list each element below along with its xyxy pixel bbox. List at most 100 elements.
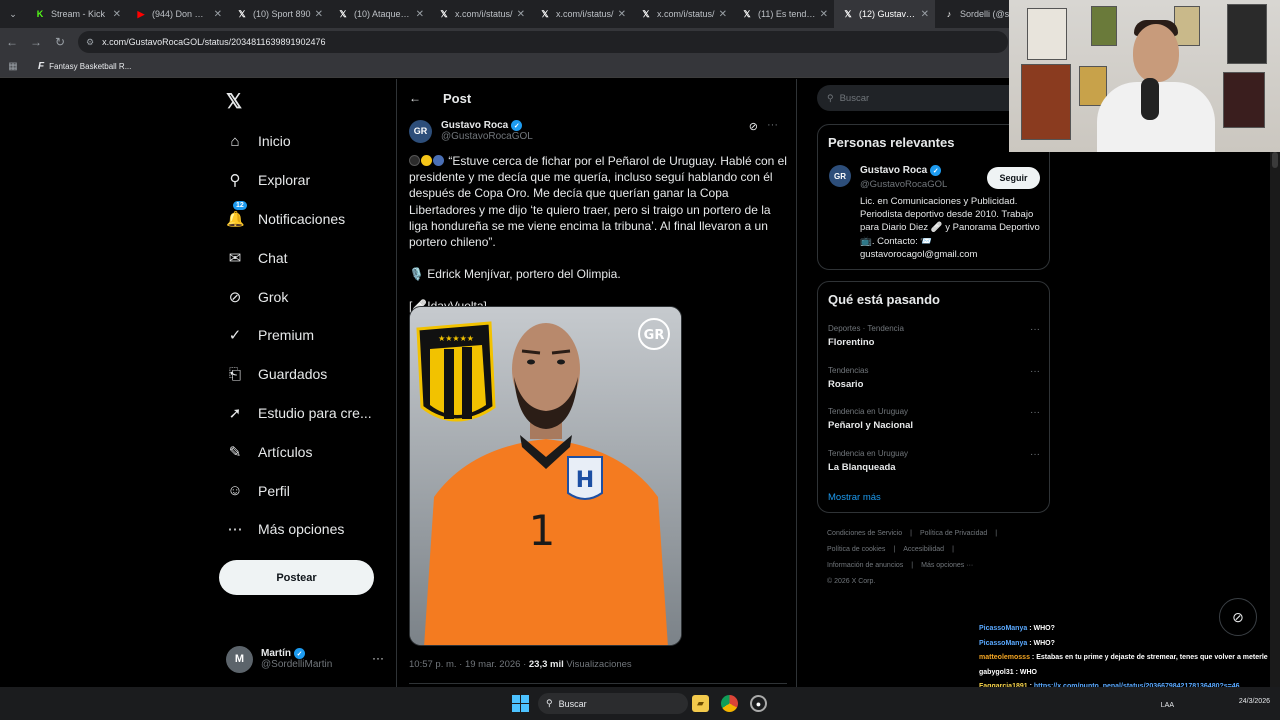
author-avatar[interactable]: GR [409, 119, 432, 143]
browser-tab[interactable]: K Stream - Kick ✕ [26, 0, 127, 28]
footer-link[interactable]: Condiciones de Servicio [827, 530, 902, 537]
post-image[interactable]: ★★★★★ GR H 1 [409, 306, 682, 646]
trend-item[interactable]: Tendencias Rosario ··· [828, 366, 1040, 396]
taskbar: ⚲ Buscar ▰ ● LAA 24/3/2026 [0, 687, 1280, 720]
close-icon[interactable]: ✕ [820, 9, 828, 20]
microphone [1141, 78, 1159, 120]
chat-message: gabygol31 : WHO [979, 666, 1270, 681]
footer-link[interactable]: Información de anuncios [827, 562, 903, 569]
relevant-name[interactable]: Gustavo Roca [860, 165, 927, 176]
chrome-icon[interactable] [721, 695, 738, 712]
post-button[interactable]: Postear [219, 560, 374, 595]
footer-separator: | [910, 530, 912, 537]
show-more-link[interactable]: Mostrar más [828, 492, 881, 503]
account-switcher[interactable]: M Martín ✓ @SordelliMartin ··· [226, 644, 386, 674]
relevant-handle[interactable]: @GustavoRocaGOL [860, 179, 947, 190]
taskbar-search[interactable]: ⚲ Buscar [538, 693, 688, 714]
poster-4 [1227, 4, 1267, 64]
more-icon[interactable]: ··· [1030, 324, 1040, 335]
site-info-icon[interactable]: ⚙ [86, 37, 94, 48]
close-icon[interactable]: ✕ [214, 9, 222, 20]
windows-start-icon[interactable] [512, 695, 529, 712]
yellow-circle-icon [421, 155, 432, 166]
more-icon[interactable]: ··· [1030, 366, 1040, 377]
close-icon[interactable]: ✕ [719, 9, 727, 20]
home-icon: ⌂ [230, 132, 240, 150]
nav-item-perfil[interactable]: ☺ Perfil [222, 471, 402, 510]
language-indicator[interactable]: LAA [1161, 701, 1174, 711]
browser-tab[interactable]: 𝕏 (10) Ataque Fu ✕ [329, 0, 430, 28]
scrollbar-thumb[interactable] [1272, 152, 1278, 168]
nav-item-premium[interactable]: ✓ Premium [222, 316, 402, 355]
close-icon[interactable]: ✕ [618, 9, 626, 20]
trend-category: Deportes · Tendencia [828, 324, 904, 333]
browser-tab[interactable]: 𝕏x.com/i/status/ ✕ [632, 0, 733, 28]
post-header: ← Post [409, 89, 471, 107]
browser-tab[interactable]: 𝕏 (10) Sport 890 ✕ [228, 0, 329, 28]
trending-card: Qué está pasando Deportes · Tendencia Flo… [817, 281, 1050, 513]
nav-item-explorar[interactable]: ⚲ Explorar [222, 161, 402, 200]
x-logo-icon: 𝕏 [339, 8, 347, 19]
forward-icon[interactable]: → [24, 35, 48, 49]
more-icon[interactable]: ··· [372, 651, 384, 665]
nav-item-guardados[interactable]: ⎗ Guardados [222, 355, 402, 394]
nav-item-notificaciones[interactable]: 🔔 12 Notificaciones [222, 200, 402, 239]
nav-item-artículos[interactable]: ✎ Artículos [222, 432, 402, 471]
system-tray: LAA 24/3/2026 [1161, 691, 1270, 709]
bookmark-fantasy[interactable]: F Fantasy Basketball R... [38, 61, 131, 72]
nav-item-más-opciones[interactable]: ⋯ Más opciones [222, 510, 402, 549]
back-arrow-icon[interactable]: ← [409, 91, 421, 105]
url-field[interactable]: ⚙ x.com/GustavoRocaGOL/status/2034811639… [78, 31, 1008, 53]
follow-button[interactable]: Seguir [987, 167, 1040, 189]
more-icon[interactable]: ··· [1030, 407, 1040, 418]
post-more-icon[interactable]: ··· [767, 119, 778, 131]
mail-icon: ✉ [228, 249, 242, 267]
tab-search-button[interactable]: ⌄ [0, 0, 26, 28]
relevant-avatar[interactable]: GR [829, 165, 851, 187]
browser-tab[interactable]: 𝕏 (12) Gustavo R ✕ [834, 0, 935, 28]
trend-item[interactable]: Tendencia en Uruguay Peñarol y Nacional ··… [828, 407, 1040, 437]
reload-icon[interactable]: ↻ [48, 35, 72, 49]
footer-link[interactable]: Más opciones ··· [921, 562, 973, 569]
browser-tab[interactable]: 𝕏 (11) Es tenden ✕ [733, 0, 834, 28]
grok-explain-icon[interactable]: ⊘ [749, 120, 758, 133]
obs-icon[interactable]: ● [750, 695, 767, 712]
close-icon[interactable]: ✕ [517, 9, 525, 20]
browser-tab[interactable]: 𝕏x.com/i/status/ ✕ [430, 0, 531, 28]
footer-link[interactable]: Accesibilidad [903, 546, 944, 553]
close-icon[interactable]: ✕ [921, 9, 929, 20]
clock-date[interactable]: 24/3/2026 [1239, 697, 1270, 707]
chat-message: PicassoManya : WHO? [979, 637, 1270, 652]
browser-tab[interactable]: ▶ (944) Don Oma ✕ [127, 0, 228, 28]
x-logo-icon[interactable]: 𝕏 [226, 89, 242, 114]
trend-item[interactable]: Deportes · Tendencia Florentino ··· [828, 324, 1040, 354]
author-name[interactable]: Gustavo Roca [441, 120, 508, 131]
browser-tab[interactable]: 𝕏x.com/i/status/ ✕ [531, 0, 632, 28]
nav-label: Estudio para cre... [258, 404, 372, 421]
apps-grid-icon[interactable]: ▦ [0, 61, 26, 72]
chat-username: matteolemosss [979, 654, 1030, 662]
close-icon[interactable]: ✕ [416, 9, 424, 20]
back-icon[interactable]: ← [0, 35, 24, 49]
post-time[interactable]: 10:57 p. m. · 19 mar. 2026 · [409, 659, 529, 670]
footer-link[interactable]: © 2026 X Corp. [827, 578, 875, 585]
footer-link[interactable]: Política de Privacidad [920, 530, 987, 537]
stream-chat: PicassoManya : WHO? PicassoManya : WHO? ma… [979, 622, 1270, 695]
footer-link[interactable]: Política de cookies [827, 546, 885, 553]
close-icon[interactable]: ✕ [315, 9, 323, 20]
file-explorer-icon[interactable]: ▰ [692, 695, 709, 712]
page-scrollbar[interactable] [1270, 152, 1280, 687]
tab-title: (10) Ataque Fu [354, 9, 412, 19]
trend-name: Rosario [828, 378, 864, 390]
trend-item[interactable]: Tendencia en Uruguay La Blanqueada ··· [828, 449, 1040, 479]
nav-item-chat[interactable]: ✉ Chat [222, 238, 402, 277]
nav-item-inicio[interactable]: ⌂ Inicio [222, 122, 402, 161]
nav-item-grok[interactable]: ⊘ Grok [222, 277, 402, 316]
more-icon[interactable]: ··· [1030, 449, 1040, 460]
close-icon[interactable]: ✕ [113, 9, 121, 20]
nav-item-estudio-para-cre[interactable]: ➚ Estudio para cre... [222, 394, 402, 433]
tab-title: (10) Sport 890 [253, 9, 311, 19]
tab-title: (12) Gustavo R [859, 9, 917, 19]
page-title: Post [443, 90, 472, 106]
author-handle[interactable]: @GustavoRocaGOL [441, 131, 533, 142]
